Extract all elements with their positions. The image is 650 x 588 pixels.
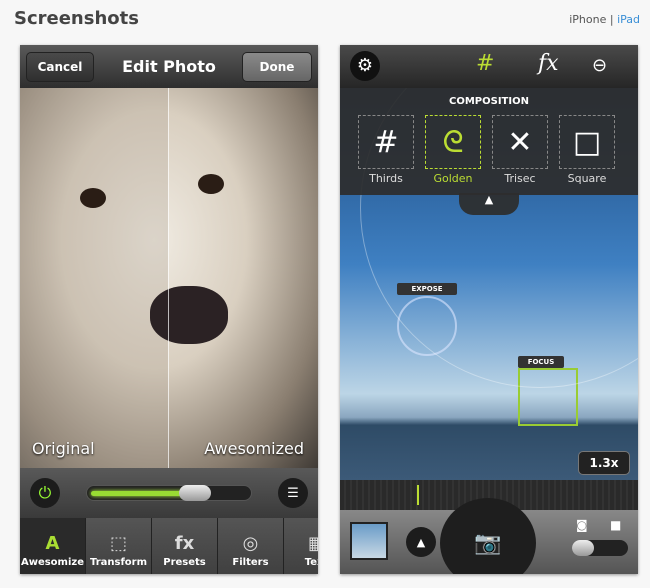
golden-icon: ᘓ [442,124,464,160]
grid-icon[interactable]: # [476,51,494,76]
separator: | [609,13,614,26]
ipad-link[interactable]: iPad [617,13,640,26]
tab-label: Presets [163,557,206,568]
zoom-indicator: 1.3x [578,451,630,475]
composition-thirds[interactable]: # [358,115,414,169]
screenshot-edit-photo[interactable]: Cancel Edit Photo Done Original Awesomiz… [20,45,318,574]
strength-slider[interactable] [86,485,252,501]
last-photo-thumbnail[interactable] [350,522,388,560]
transform-icon: ⬚ [109,533,127,554]
composition-title: COMPOSITION [449,96,529,107]
screenshot-camera[interactable]: EXPOSE FOCUS ⚙ # fx ⊖ COMPOSITION # Third… [340,45,638,574]
ruler-marker [417,485,419,505]
awesomize-icon: A [45,533,60,554]
slider-fill [91,491,189,496]
composition-square[interactable]: □ [559,115,615,169]
nav-bar: Cancel Edit Photo Done [20,45,318,88]
tab-awesomize[interactable]: A Awesomize [20,518,86,574]
video-mode-icon: ■ [610,518,622,532]
dog-eye [80,188,106,208]
control-bar: ⏻ ☰ [20,468,318,518]
tab-text[interactable]: ▦ Text [284,518,318,574]
composition-label: Golden [433,172,473,185]
photo-mode-icon: ◙ [576,518,588,532]
composition-label: Square [567,172,607,185]
texture-icon: ▦ [307,533,318,554]
square-icon: □ [572,124,602,160]
composition-trisec[interactable]: ✕ [492,115,548,169]
dog-nose [150,286,228,344]
adjustments-icon[interactable]: ☰ [278,478,308,508]
tab-presets[interactable]: fx Presets [152,518,218,574]
toggle-knob [572,540,594,556]
tab-label: Filters [232,557,269,568]
dog-eye [198,174,224,194]
iphone-link[interactable]: iPhone [569,13,606,26]
composition-panel: COMPOSITION # Thirds ᘓ Golden ✕ Trisec □ Square [340,88,638,195]
section-title: Screenshots [14,8,139,29]
dog-photo: Original Awesomized [20,88,318,468]
tab-label: Awesomize [20,557,85,568]
presets-fx-icon: fx [174,533,195,554]
thirds-icon: # [373,124,399,160]
composition-label: Thirds [369,172,403,185]
shutter-button[interactable]: 📷 [440,498,536,574]
done-button[interactable]: Done [242,52,312,82]
tab-label: Text [304,557,318,568]
settings-gear-icon[interactable]: ⚙ [350,51,380,81]
filters-icon: ◎ [242,533,259,554]
device-switch: iPhone | iPad [569,13,640,26]
tab-transform[interactable]: ⬚ Transform [86,518,152,574]
tab-filters[interactable]: ◎ Filters [218,518,284,574]
level-icon[interactable]: ⊖ [592,55,607,76]
camera-toolbar: ⚙ # fx ⊖ [340,45,638,88]
camera-icon: 📷 [474,530,502,556]
composition-label: Trisec [504,172,536,185]
photo-video-toggle[interactable] [572,540,628,556]
camera-bottom-bar: ▲ 📷 ◙ ■ [340,498,638,574]
expand-arrow-icon[interactable]: ▲ [406,527,436,557]
original-half [20,88,168,468]
tool-tabs: A Awesomize ⬚ Transform fx Presets ◎ Filters ▦ Te… [20,518,318,574]
fx-icon[interactable]: fx [538,51,559,76]
collapse-panel-button[interactable]: ▲ [459,193,519,215]
label-awesomized: Awesomized [204,439,304,458]
power-icon[interactable]: ⏻ [30,478,60,508]
tab-label: Transform [89,557,148,568]
split-divider[interactable] [168,88,169,468]
slider-thumb[interactable] [178,485,211,501]
composition-golden[interactable]: ᘓ [425,115,481,169]
trisec-icon: ✕ [507,124,533,160]
label-original: Original [32,439,95,458]
